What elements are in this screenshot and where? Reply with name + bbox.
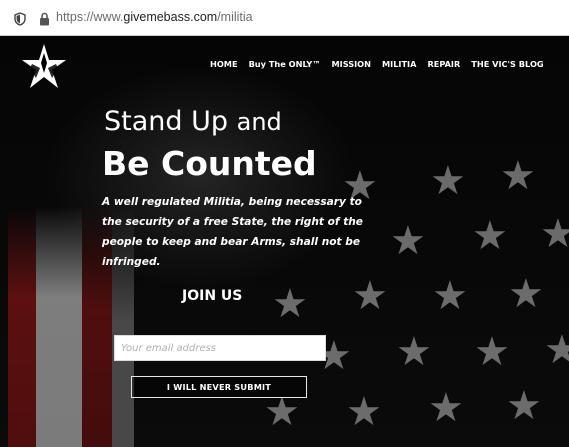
flag-star-icon: ★ [390,218,426,264]
flag-star-icon: ★ [432,273,468,319]
flag-star-icon: ★ [506,383,542,429]
email-input[interactable] [114,335,326,361]
hero-heading-line1: Stand Up and [104,106,282,137]
submit-button[interactable]: I WILL NEVER SUBMIT [131,376,307,398]
star-logo[interactable] [18,42,70,94]
second-amendment-quote: A well regulated Militia, being necessar… [102,196,363,268]
flag-star-icon: ★ [474,329,510,375]
flag-star-icon: ★ [428,385,464,431]
nav-buy-the-only[interactable]: Buy The ONLY™ [249,59,321,69]
page-hero: ★ ★ ★ ★ ★ ★ ★ ★ ★ ★ ★ ★ ★ ★ ★ ★ ★ ★ HOME… [0,36,569,447]
nav-repair[interactable]: REPAIR [427,59,460,69]
nav-home[interactable]: HOME [210,59,238,69]
flag-stripe [36,206,82,447]
nav-mission[interactable]: MISSION [332,59,371,69]
flag-star-icon: ★ [352,273,388,319]
flag-star-icon: ★ [396,329,432,375]
main-nav: HOME Buy The ONLY™ MISSION MILITIA REPAI… [210,59,555,69]
flag-star-icon: ★ [272,281,308,327]
lock-icon[interactable] [36,11,52,27]
url-text[interactable]: https://www.givemebass.com/militia [56,10,253,24]
hero-heading-line2: Be Counted [102,144,317,183]
flag-star-icon: ★ [540,211,569,257]
join-us-heading: JOIN US [182,288,243,304]
hero-heading-stand-up: Stand Up [104,106,229,137]
flag-star-icon: ★ [508,271,544,317]
flag-star-icon: ★ [264,389,300,435]
flag-star-icon: ★ [500,153,536,199]
nav-militia[interactable]: MILITIA [382,59,416,69]
flag-star-icon: ★ [346,389,382,435]
address-bar[interactable]: https://www.givemebass.com/militia [0,0,569,36]
nav-blog[interactable]: THE VIC'S BLOG [471,59,543,69]
flag-star-icon: ★ [544,327,569,373]
flag-stripe [8,206,36,447]
hero-heading-and: and [236,108,282,136]
url-domain: givemebass.com [123,10,218,24]
shield-icon[interactable] [12,11,28,27]
flag-star-icon: ★ [472,213,508,259]
flag-star-icon: ★ [430,158,466,204]
